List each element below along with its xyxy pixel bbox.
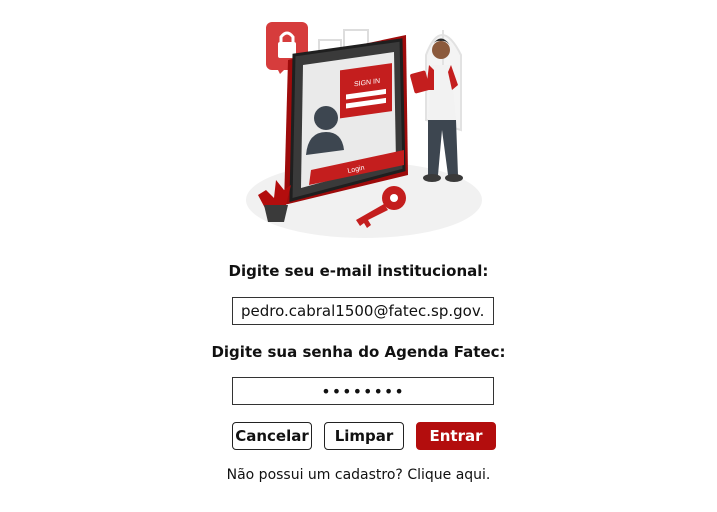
password-label: Digite sua senha do Agenda Fatec:	[211, 343, 506, 361]
email-field[interactable]	[232, 297, 494, 325]
register-link[interactable]: Clique aqui.	[407, 467, 490, 483]
login-page: SIGN IN Login Digite seu e-mail instituc…	[0, 0, 717, 512]
register-prompt: Não possui um cadastro? Clique aqui.	[0, 467, 717, 483]
cancel-button[interactable]: Cancelar	[232, 422, 312, 450]
clear-button[interactable]: Limpar	[324, 422, 404, 450]
enter-button[interactable]: Entrar	[416, 422, 496, 450]
register-prompt-text: Não possui um cadastro?	[226, 467, 403, 483]
password-field[interactable]	[232, 377, 494, 405]
login-illustration: SIGN IN Login	[246, 22, 482, 238]
email-label: Digite seu e-mail institucional:	[228, 262, 489, 280]
